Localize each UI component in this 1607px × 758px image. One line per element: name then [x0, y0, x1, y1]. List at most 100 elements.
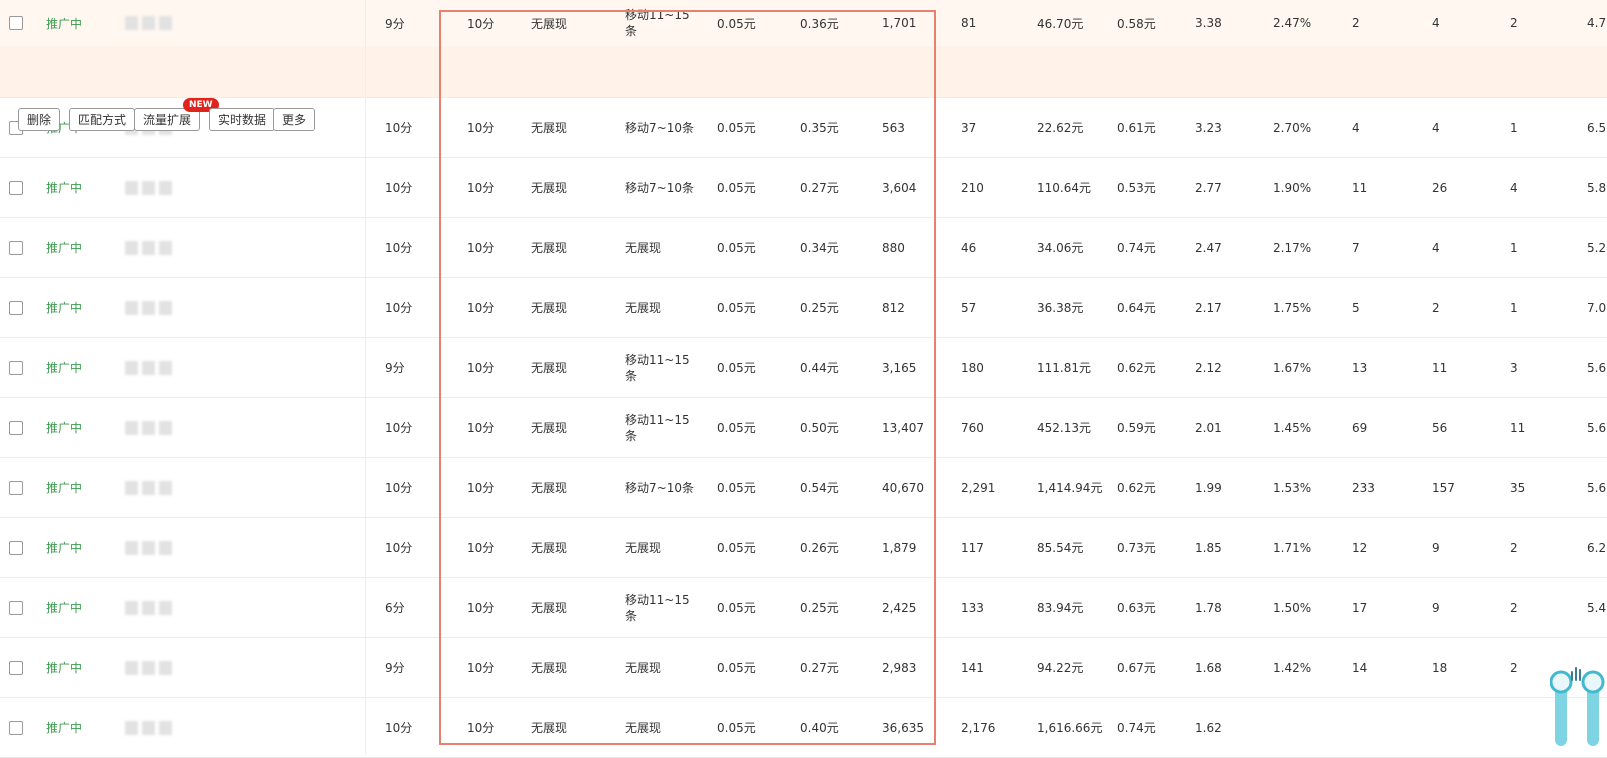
- cpc-cell: 0.36元: [800, 16, 839, 31]
- metric-n3-cell: 1: [1510, 240, 1518, 255]
- status-cell[interactable]: 推广中: [46, 578, 82, 637]
- bid-cell: 0.05元: [717, 481, 756, 495]
- mobile-rank-cell: 移动7~10条: [625, 120, 694, 135]
- ratio-cell: 1.68: [1195, 660, 1222, 675]
- ctr-cell: 1.45%: [1273, 420, 1312, 435]
- mobile-rank-cell: 无展现: [625, 540, 662, 555]
- table-row: 推广中 10分 10分 无展现 无展现 0.05元 0.40元 36,635 2,176 1,61…: [0, 698, 1607, 758]
- clicks-cell: 210: [961, 180, 984, 195]
- metric-n1-cell: 11: [1352, 180, 1368, 195]
- keyword-name-redacted: [125, 421, 172, 435]
- row-action-bar: 删除 匹配方式 流量扩展 NEW 实时数据 更多: [0, 46, 1607, 131]
- metric-n3-cell: 2: [1510, 660, 1518, 675]
- metric-last-cell: 5.4: [1587, 600, 1607, 615]
- cost-cell: 110.64元: [1037, 181, 1091, 195]
- impressions-cell: 880: [882, 240, 905, 255]
- table-row: 推广中 10分 10分 无展现 无展现 0.05元 0.34元 880 46 34.06元 0.74…: [0, 218, 1607, 278]
- pc-rank-cell: 无展现: [531, 16, 568, 31]
- cpc-cell: 0.54元: [800, 481, 839, 495]
- metric-n1-cell: 7: [1352, 240, 1360, 255]
- score2-cell: 10分: [467, 181, 495, 195]
- row-checkbox[interactable]: [9, 601, 23, 615]
- row-checkbox[interactable]: [9, 661, 23, 675]
- clicks-cell: 46: [961, 240, 977, 255]
- delete-button[interactable]: 删除: [18, 108, 61, 131]
- clicks-cell: 57: [961, 300, 977, 315]
- impressions-cell: 3,165: [882, 360, 917, 375]
- row-checkbox[interactable]: [9, 241, 23, 255]
- row-checkbox[interactable]: [9, 481, 23, 495]
- metric-n2-cell: 4: [1432, 16, 1440, 30]
- bid-cell: 0.05元: [717, 361, 756, 375]
- assistant-icon: [1549, 667, 1605, 746]
- status-cell[interactable]: 推广中: [46, 278, 82, 337]
- clicks-cell: 180: [961, 360, 984, 375]
- metric-n1-cell: 4: [1352, 120, 1360, 135]
- table-row: 推广中 9分 10分 无展现 无展现 0.05元 0.27元 2,983 141 94.22元 0.…: [0, 638, 1607, 698]
- row-checkbox[interactable]: [9, 181, 23, 195]
- ctr-cell: 1.50%: [1273, 600, 1312, 615]
- mobile-rank-cell: 无展现: [625, 720, 662, 735]
- status-cell[interactable]: 推广中: [46, 698, 82, 757]
- row-checkbox[interactable]: [9, 421, 23, 435]
- cpc-cell: 0.50元: [800, 421, 839, 435]
- status-cell[interactable]: 推广中: [46, 638, 82, 697]
- pc-rank-cell: 无展现: [531, 601, 568, 615]
- status-cell[interactable]: 推广中: [46, 338, 82, 397]
- metric-last-cell: 6.2: [1587, 540, 1607, 555]
- pc-rank-cell: 无展现: [531, 421, 568, 435]
- status-cell[interactable]: 推广中: [46, 0, 82, 46]
- ctr-cell: 2.70%: [1273, 120, 1312, 135]
- table-row: 推广中 10分 10分 无展现 移动7~10条 0.05元 0.54元 40,670 2,291…: [0, 458, 1607, 518]
- clicks-cell: 2,176: [961, 720, 996, 735]
- floating-assistant-widget[interactable]: [1549, 662, 1607, 754]
- avg-cost-cell: 0.67元: [1117, 661, 1156, 675]
- row-checkbox[interactable]: [9, 721, 23, 735]
- keyword-name-redacted: [125, 541, 172, 555]
- metric-n3-cell: 1: [1510, 300, 1518, 315]
- status-cell[interactable]: 推广中: [46, 458, 82, 517]
- impressions-cell: 13,407: [882, 420, 924, 435]
- keyword-name-redacted: [125, 241, 172, 255]
- ratio-cell: 1.62: [1195, 720, 1222, 735]
- cost-cell: 46.70元: [1037, 16, 1084, 31]
- realtime-data-button[interactable]: 实时数据: [209, 108, 276, 131]
- row-checkbox[interactable]: [9, 361, 23, 375]
- pc-rank-cell: 无展现: [531, 181, 568, 195]
- cost-cell: 36.38元: [1037, 301, 1084, 315]
- keyword-name-redacted: [125, 601, 172, 615]
- cpc-cell: 0.27元: [800, 181, 839, 195]
- avg-cost-cell: 0.59元: [1117, 421, 1156, 435]
- table-row: 推广中 10分 10分 无展现 无展现 0.05元 0.26元 1,879 117 85.54元 0…: [0, 518, 1607, 578]
- cost-cell: 94.22元: [1037, 661, 1084, 675]
- row-checkbox[interactable]: [9, 541, 23, 555]
- ratio-cell: 1.78: [1195, 600, 1222, 615]
- mobile-rank-cell: 移动11~15条: [625, 412, 690, 443]
- match-type-button[interactable]: 匹配方式: [69, 108, 136, 131]
- metric-n2-cell: 4: [1432, 240, 1440, 255]
- status-cell[interactable]: 推广中: [46, 398, 82, 457]
- status-cell[interactable]: 推广中: [46, 518, 82, 577]
- bid-cell: 0.05元: [717, 601, 756, 615]
- table-row: 推广中 10分 10分 无展现 无展现 0.05元 0.25元 812 57 36.38元 0.64…: [0, 278, 1607, 338]
- row-checkbox[interactable]: [9, 16, 23, 30]
- mobile-rank-cell: 移动11~15条: [625, 8, 690, 38]
- row-checkbox[interactable]: [9, 301, 23, 315]
- ratio-cell: 1.85: [1195, 540, 1222, 555]
- status-cell[interactable]: 推广中: [46, 158, 82, 217]
- ratio-cell: 2.17: [1195, 300, 1222, 315]
- cpc-cell: 0.25元: [800, 301, 839, 315]
- avg-cost-cell: 0.64元: [1117, 301, 1156, 315]
- clicks-cell: 2,291: [961, 480, 996, 495]
- mobile-rank-cell: 无展现: [625, 300, 662, 315]
- more-button[interactable]: 更多: [273, 108, 316, 131]
- cost-cell: 85.54元: [1037, 541, 1084, 555]
- metric-last-cell: 5.6: [1587, 360, 1607, 375]
- status-cell[interactable]: 推广中: [46, 218, 82, 277]
- bid-cell: 0.05元: [717, 661, 756, 675]
- impressions-cell: 36,635: [882, 720, 924, 735]
- avg-cost-cell: 0.62元: [1117, 361, 1156, 375]
- metric-n3-cell: 2: [1510, 16, 1518, 30]
- metric-n2-cell: 18: [1432, 660, 1448, 675]
- cpc-cell: 0.34元: [800, 241, 839, 255]
